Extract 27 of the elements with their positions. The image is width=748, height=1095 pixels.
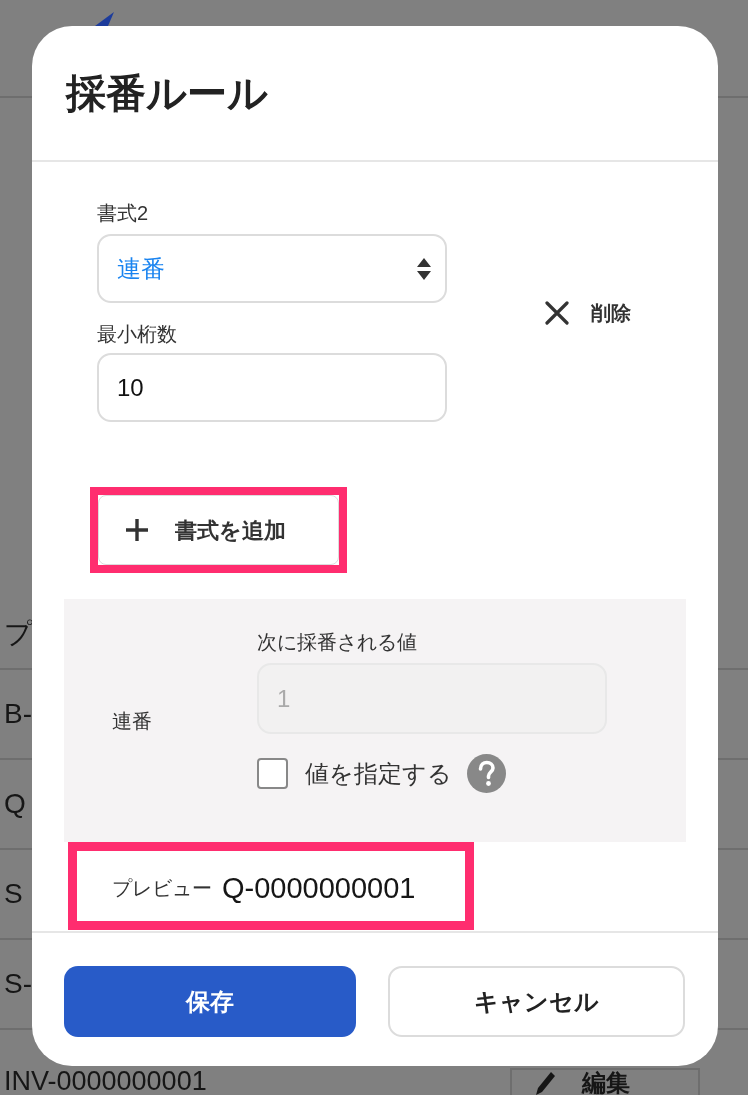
pencil-icon [534,1070,556,1095]
cancel-button[interactable]: キャンセル [388,966,685,1037]
field-label: 次に採番される値 [257,630,418,655]
plus-icon [125,518,149,542]
checkbox-label: 値を指定する [305,758,452,789]
save-button[interactable]: 保存 [64,966,356,1037]
panel-label: 連番 [111,708,153,734]
edit-button[interactable]: 編集 [510,1068,700,1095]
preview-label: プレビュー [111,876,213,901]
table-cell: Q [4,790,26,818]
table-cell: INV-0000000001 [4,1068,207,1095]
table-cell: S- [4,970,32,998]
digits-input[interactable]: 10 [97,353,447,422]
sort-arrows-icon [417,257,431,280]
dialog-title: 採番ルール [66,70,268,117]
preview-value: Q-0000000001 [222,871,416,905]
table-header-cell: プ [4,620,33,648]
add-format-button[interactable]: 書式を追加 [98,495,339,565]
field-label: 最小桁数 [97,322,178,347]
specify-checkbox[interactable] [257,758,288,789]
help-icon[interactable] [467,754,506,793]
field-label: 書式2 [97,201,150,226]
table-cell: B- [4,700,32,728]
close-icon [545,301,569,325]
format-select[interactable]: 連番 [97,234,447,303]
delete-button[interactable]: 削除 [545,300,631,326]
table-cell: S [4,880,23,908]
